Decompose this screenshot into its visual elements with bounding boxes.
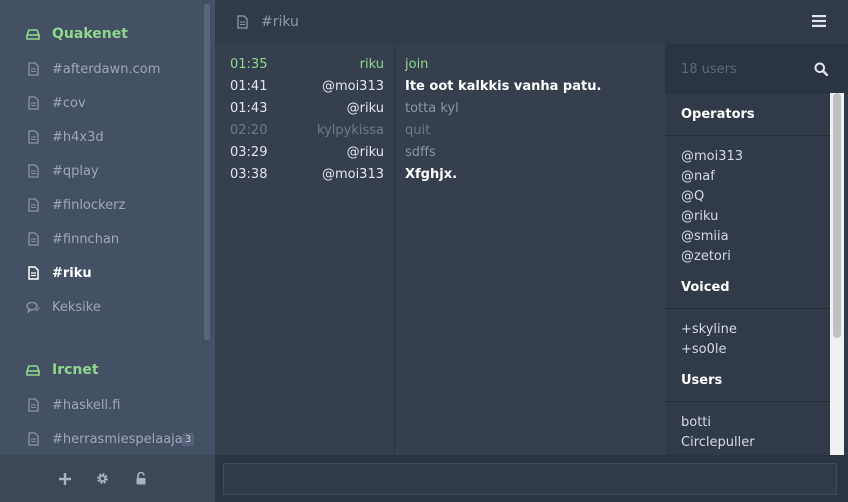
message-nick[interactable]: @moi313 <box>275 79 384 94</box>
message-time: 02:20 <box>230 122 268 138</box>
unlock-icon[interactable] <box>134 472 148 486</box>
document-icon <box>235 15 249 29</box>
message-row: 03:29 @riku sdffs <box>215 141 665 163</box>
sidebar-footer <box>0 455 215 502</box>
plus-icon[interactable] <box>58 472 72 486</box>
document-icon <box>26 164 40 178</box>
document-icon <box>26 130 40 144</box>
message-text: totta kyl <box>405 100 459 116</box>
user-item[interactable]: Circlepuller <box>681 435 755 450</box>
sidebar-scrollbar[interactable] <box>204 4 210 340</box>
user-search[interactable]: 18 users <box>665 44 848 94</box>
channel-item[interactable]: #afterdawn.com <box>0 52 200 86</box>
user-group-title: Voiced <box>681 280 730 295</box>
message-log: 01:35 riku join 01:41 @moi313 Ite oot ka… <box>215 44 665 455</box>
channel-item-active[interactable]: #riku <box>0 256 200 290</box>
message-nick[interactable]: @riku <box>275 101 384 116</box>
user-group-title: Operators <box>681 107 755 122</box>
message-input[interactable] <box>223 463 837 495</box>
channel-item[interactable]: #herrasmiespelaajat 3 <box>0 422 200 455</box>
user-item[interactable]: +so0le <box>681 342 727 357</box>
network-ircnet[interactable]: Ircnet <box>0 353 200 387</box>
unread-badge: 3 <box>181 432 195 446</box>
user-list-panel: 18 users Operators @moi313 @naf @Q @riku… <box>665 44 848 455</box>
message-nick[interactable]: riku <box>275 57 384 72</box>
user-item[interactable]: botti <box>681 415 711 430</box>
document-icon <box>26 398 40 412</box>
query-label: Keksike <box>52 299 101 315</box>
message-text: Ite oot kalkkis vanha patu. <box>405 78 602 94</box>
message-nick[interactable]: @moi313 <box>275 167 384 182</box>
message-text: join <box>405 56 429 72</box>
channel-list: Quakenet #afterdawn.com #cov #h4x3d #qpl… <box>0 0 215 455</box>
message-time: 03:38 <box>230 166 268 182</box>
channel-item[interactable]: #finlockerz <box>0 188 200 222</box>
channel-label: #riku <box>52 265 92 281</box>
gear-icon[interactable] <box>96 472 110 486</box>
network-name: Quakenet <box>52 26 128 42</box>
channel-header: #riku <box>215 0 848 44</box>
message-row: 03:38 @moi313 Xfghjx. <box>215 163 665 185</box>
server-icon <box>26 27 40 41</box>
channel-item[interactable]: #cov <box>0 86 200 120</box>
group-divider <box>665 308 830 309</box>
document-icon <box>26 266 40 280</box>
user-list-scrollbar[interactable] <box>833 93 841 338</box>
network-name: Ircnet <box>52 362 99 378</box>
message-text: quit <box>405 122 431 138</box>
chat-bubble-icon <box>26 300 40 314</box>
user-item[interactable]: @Q <box>681 189 704 204</box>
message-row: 01:41 @moi313 Ite oot kalkkis vanha patu… <box>215 75 665 97</box>
user-item[interactable]: @naf <box>681 169 715 184</box>
channel-label: #haskell.fi <box>52 397 121 413</box>
input-area <box>215 455 848 502</box>
user-group-title: Users <box>681 373 723 388</box>
message-time: 01:35 <box>230 56 268 72</box>
server-icon <box>26 363 40 377</box>
message-time: 01:41 <box>230 78 268 94</box>
document-icon <box>26 62 40 76</box>
channel-title: #riku <box>261 14 299 30</box>
group-divider <box>665 135 830 136</box>
search-icon[interactable] <box>814 62 829 77</box>
document-icon <box>26 432 40 446</box>
message-nick[interactable]: kylpykissa <box>275 123 384 138</box>
message-row: 02:20 kylpykissa quit <box>215 119 665 141</box>
network-quakenet[interactable]: Quakenet <box>0 17 200 51</box>
channel-label: #finlockerz <box>52 197 126 213</box>
user-list: Operators @moi313 @naf @Q @riku @smiia @… <box>665 94 830 455</box>
channel-item[interactable]: #qplay <box>0 154 200 188</box>
document-icon <box>26 96 40 110</box>
sidebar: Quakenet #afterdawn.com #cov #h4x3d #qpl… <box>0 0 215 502</box>
message-time: 01:43 <box>230 100 268 116</box>
channel-label: #finnchan <box>52 231 120 247</box>
message-row: 01:35 riku join <box>215 53 665 75</box>
message-row: 01:43 @riku totta kyl <box>215 97 665 119</box>
message-nick[interactable]: @riku <box>275 145 384 160</box>
user-item[interactable]: +skyline <box>681 322 737 337</box>
message-text: sdffs <box>405 144 436 160</box>
channel-label: #afterdawn.com <box>52 61 161 77</box>
group-divider <box>665 401 830 402</box>
document-icon <box>26 232 40 246</box>
menu-icon[interactable] <box>812 15 826 29</box>
query-item[interactable]: Keksike <box>0 290 200 324</box>
channel-item[interactable]: #h4x3d <box>0 120 200 154</box>
user-count: 18 users <box>681 61 737 77</box>
user-item[interactable]: @smiia <box>681 229 729 244</box>
user-item[interactable]: @moi313 <box>681 149 743 164</box>
channel-label: #cov <box>52 95 86 111</box>
channel-label: #herrasmiespelaajat <box>52 431 188 447</box>
message-time: 03:29 <box>230 144 268 160</box>
channel-label: #h4x3d <box>52 129 104 145</box>
message-text: Xfghjx. <box>405 166 458 182</box>
channel-item[interactable]: #finnchan <box>0 222 200 256</box>
user-item[interactable]: @zetori <box>681 249 731 264</box>
user-item[interactable]: @riku <box>681 209 718 224</box>
channel-item[interactable]: #haskell.fi <box>0 388 200 422</box>
document-icon <box>26 198 40 212</box>
channel-label: #qplay <box>52 163 99 179</box>
